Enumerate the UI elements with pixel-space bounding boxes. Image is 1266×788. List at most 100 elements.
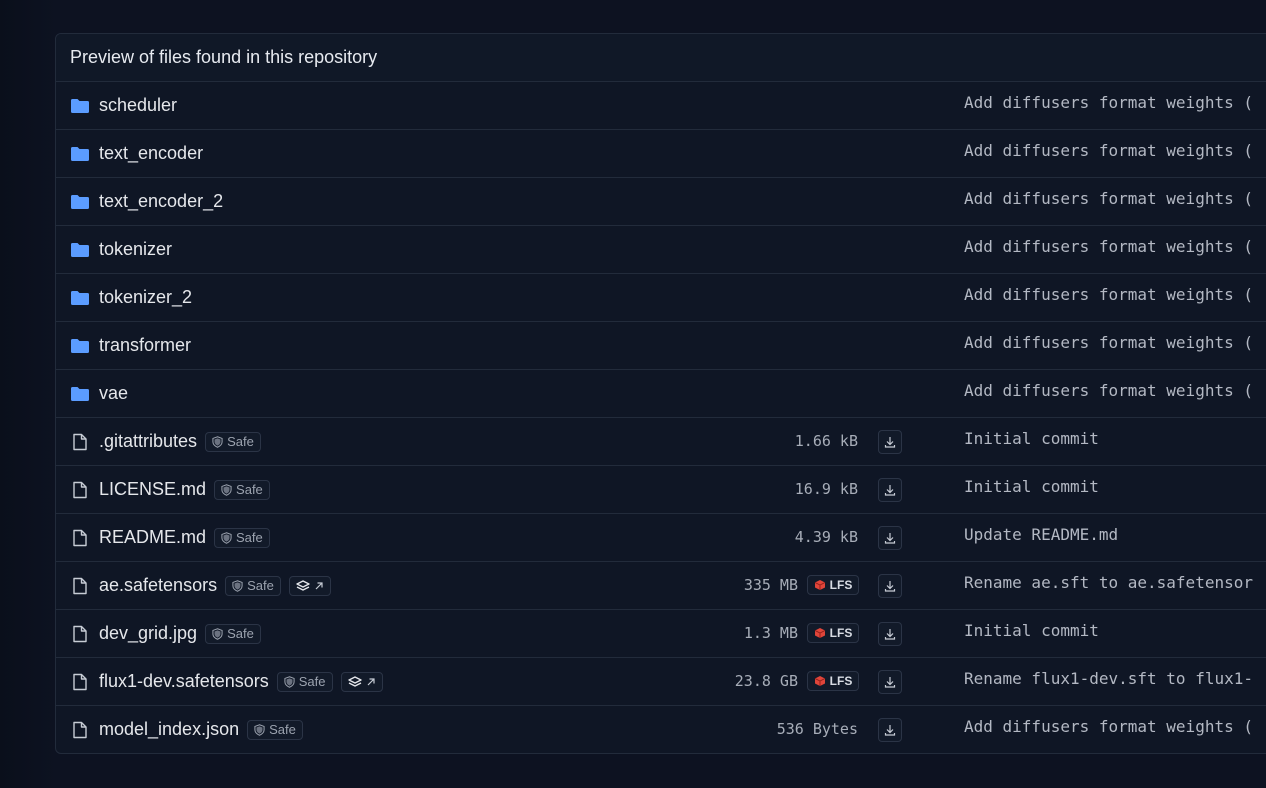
file-size: 1.3 MB xyxy=(743,624,798,642)
file-size: 23.8 GB xyxy=(734,672,798,690)
file-row[interactable]: dev_grid.jpg Safe 1.3 MB LFS Initial commit xyxy=(56,610,1266,658)
file-size: 4.39 kB xyxy=(794,528,858,546)
xet-storage-badge[interactable] xyxy=(288,575,331,596)
lfs-badge[interactable]: LFS xyxy=(807,623,859,643)
lfs-label: LFS xyxy=(829,626,853,640)
safe-badge-label: Safe xyxy=(236,530,263,545)
last-commit-message[interactable]: Add diffusers format weights ( xyxy=(964,141,1253,160)
lfs-cube-icon xyxy=(814,675,826,687)
lfs-label: LFS xyxy=(829,578,853,592)
file-size: 335 MB xyxy=(743,576,798,594)
download-button[interactable] xyxy=(878,430,902,454)
file-row[interactable]: ae.safetensors Safe 335 MB LFS Rename ae.sft… xyxy=(56,562,1266,610)
lfs-badge[interactable]: LFS xyxy=(807,671,859,691)
folder-row[interactable]: scheduler Add diffusers format weights ( xyxy=(56,82,1266,130)
folder-icon xyxy=(70,97,90,115)
file-size: 536 Bytes xyxy=(776,720,858,738)
folder-name-link[interactable]: vae xyxy=(99,383,128,404)
folder-icon xyxy=(70,193,90,211)
download-button[interactable] xyxy=(878,574,902,598)
last-commit-message[interactable]: Initial commit xyxy=(964,429,1099,448)
last-commit-message[interactable]: Initial commit xyxy=(964,477,1099,496)
last-commit-message[interactable]: Add diffusers format weights ( xyxy=(964,717,1253,736)
last-commit-message[interactable]: Add diffusers format weights ( xyxy=(964,237,1253,256)
shield-icon xyxy=(212,627,223,640)
last-commit-message[interactable]: Add diffusers format weights ( xyxy=(964,93,1253,112)
safe-badge-label: Safe xyxy=(227,626,254,641)
file-name-link[interactable]: .gitattributes xyxy=(99,431,197,452)
last-commit-message[interactable]: Add diffusers format weights ( xyxy=(964,333,1253,352)
safe-badge[interactable]: Safe xyxy=(276,671,333,692)
download-icon xyxy=(883,531,897,545)
last-commit-message[interactable]: Add diffusers format weights ( xyxy=(964,381,1253,400)
external-link-icon xyxy=(366,677,376,687)
safe-badge[interactable]: Safe xyxy=(214,479,270,500)
file-name-group: vae xyxy=(99,383,128,404)
shield-icon xyxy=(221,483,232,496)
xet-storage-badge[interactable] xyxy=(340,671,383,692)
file-name-group: model_index.json Safe xyxy=(99,719,303,740)
download-button[interactable] xyxy=(878,718,902,742)
safe-badge[interactable]: Safe xyxy=(205,623,261,644)
file-name-group: LICENSE.md Safe xyxy=(99,479,270,500)
folder-row[interactable]: transformer Add diffusers format weights … xyxy=(56,322,1266,370)
folder-row[interactable]: text_encoder_2 Add diffusers format weigh… xyxy=(56,178,1266,226)
layers-icon xyxy=(347,675,362,688)
lfs-badge[interactable]: LFS xyxy=(807,575,859,595)
file-name-link[interactable]: LICENSE.md xyxy=(99,479,206,500)
file-name-link[interactable]: ae.safetensors xyxy=(99,575,217,596)
external-link-icon xyxy=(314,581,324,591)
safe-badge-label: Safe xyxy=(269,722,296,737)
safe-badge[interactable]: Safe xyxy=(225,575,281,596)
download-button[interactable] xyxy=(878,670,902,694)
file-preview-panel: Preview of files found in this repositor… xyxy=(55,33,1266,754)
file-name-link[interactable]: README.md xyxy=(99,527,206,548)
folder-row[interactable]: vae Add diffusers format weights ( xyxy=(56,370,1266,418)
file-row[interactable]: LICENSE.md Safe 16.9 kB Initial commit xyxy=(56,466,1266,514)
folder-row[interactable]: text_encoder Add diffusers format weights… xyxy=(56,130,1266,178)
shield-icon xyxy=(254,723,265,736)
file-name-group: ae.safetensors Safe xyxy=(99,575,331,596)
download-button[interactable] xyxy=(878,622,902,646)
file-name-link[interactable]: flux1-dev.safetensors xyxy=(99,671,269,692)
file-name-link[interactable]: dev_grid.jpg xyxy=(99,623,197,644)
file-row[interactable]: README.md Safe 4.39 kB Update README.md xyxy=(56,514,1266,562)
safe-badge[interactable]: Safe xyxy=(247,719,303,740)
file-icon xyxy=(70,529,90,547)
file-row[interactable]: .gitattributes Safe 1.66 kB Initial commit xyxy=(56,418,1266,466)
last-commit-message[interactable]: Update README.md xyxy=(964,525,1118,544)
last-commit-message[interactable]: Add diffusers format weights ( xyxy=(964,285,1253,304)
last-commit-message[interactable]: Rename ae.sft to ae.safetensor xyxy=(964,573,1253,592)
safe-badge-label: Safe xyxy=(227,434,254,449)
file-icon xyxy=(70,673,90,691)
file-name-link[interactable]: model_index.json xyxy=(99,719,239,740)
folder-name-link[interactable]: tokenizer xyxy=(99,239,172,260)
download-button[interactable] xyxy=(878,526,902,550)
file-name-group: text_encoder_2 xyxy=(99,191,223,212)
folder-name-link[interactable]: transformer xyxy=(99,335,191,356)
file-icon xyxy=(70,721,90,739)
file-name-group: dev_grid.jpg Safe xyxy=(99,623,261,644)
last-commit-message[interactable]: Initial commit xyxy=(964,621,1099,640)
folder-name-link[interactable]: text_encoder xyxy=(99,143,203,164)
download-button[interactable] xyxy=(878,478,902,502)
file-row[interactable]: model_index.json Safe 536 Bytes Add diffuse… xyxy=(56,706,1266,753)
last-commit-message[interactable]: Rename flux1-dev.sft to flux1- xyxy=(964,669,1253,688)
file-row[interactable]: flux1-dev.safetensors Safe 23.8 GB LFS Renam… xyxy=(56,658,1266,706)
file-name-group: text_encoder xyxy=(99,143,203,164)
shield-icon xyxy=(221,531,232,544)
safe-badge-label: Safe xyxy=(236,482,263,497)
folder-row[interactable]: tokenizer_2 Add diffusers format weights … xyxy=(56,274,1266,322)
file-name-group: flux1-dev.safetensors Safe xyxy=(99,671,383,692)
file-name-group: transformer xyxy=(99,335,191,356)
folder-name-link[interactable]: text_encoder_2 xyxy=(99,191,223,212)
safe-badge-label: Safe xyxy=(298,674,326,689)
download-icon xyxy=(883,675,897,689)
folder-name-link[interactable]: tokenizer_2 xyxy=(99,287,192,308)
safe-badge[interactable]: Safe xyxy=(205,431,261,452)
last-commit-message[interactable]: Add diffusers format weights ( xyxy=(964,189,1253,208)
folder-row[interactable]: tokenizer Add diffusers format weights ( xyxy=(56,226,1266,274)
folder-name-link[interactable]: scheduler xyxy=(99,95,177,116)
file-icon xyxy=(70,481,90,499)
safe-badge[interactable]: Safe xyxy=(214,527,270,548)
